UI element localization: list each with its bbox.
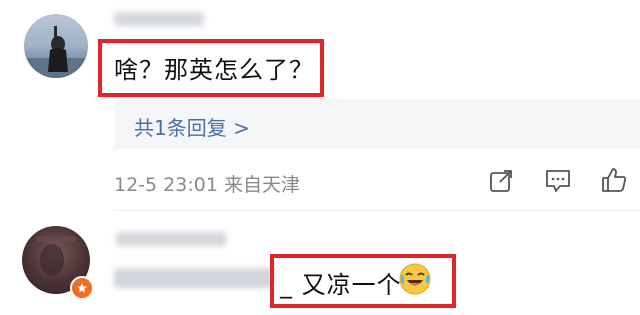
verified-badge (70, 276, 94, 300)
laughing-crying-emoji-icon (399, 263, 431, 295)
laughing-crying-emoji (398, 262, 432, 296)
comment-icon (546, 170, 570, 192)
like-icon (602, 168, 627, 192)
username-blurred (114, 12, 204, 26)
share-button[interactable] (486, 166, 516, 196)
avatar[interactable] (24, 14, 88, 78)
comment-text-blurred (114, 268, 274, 288)
share-icon (490, 170, 512, 192)
avatar-image (24, 26, 88, 78)
star-icon (77, 283, 87, 293)
like-button[interactable] (598, 164, 630, 196)
comment-text: _ 又凉一个 (280, 271, 402, 299)
comment-button[interactable] (542, 166, 574, 196)
comment-text: 啥？那英怎么了？ (114, 56, 314, 84)
divider (114, 210, 640, 211)
view-replies-link[interactable]: 共1条回复 > (134, 112, 250, 141)
username-blurred (116, 232, 226, 246)
comment-meta: 12-5 23:01 来自天津 (114, 174, 300, 196)
